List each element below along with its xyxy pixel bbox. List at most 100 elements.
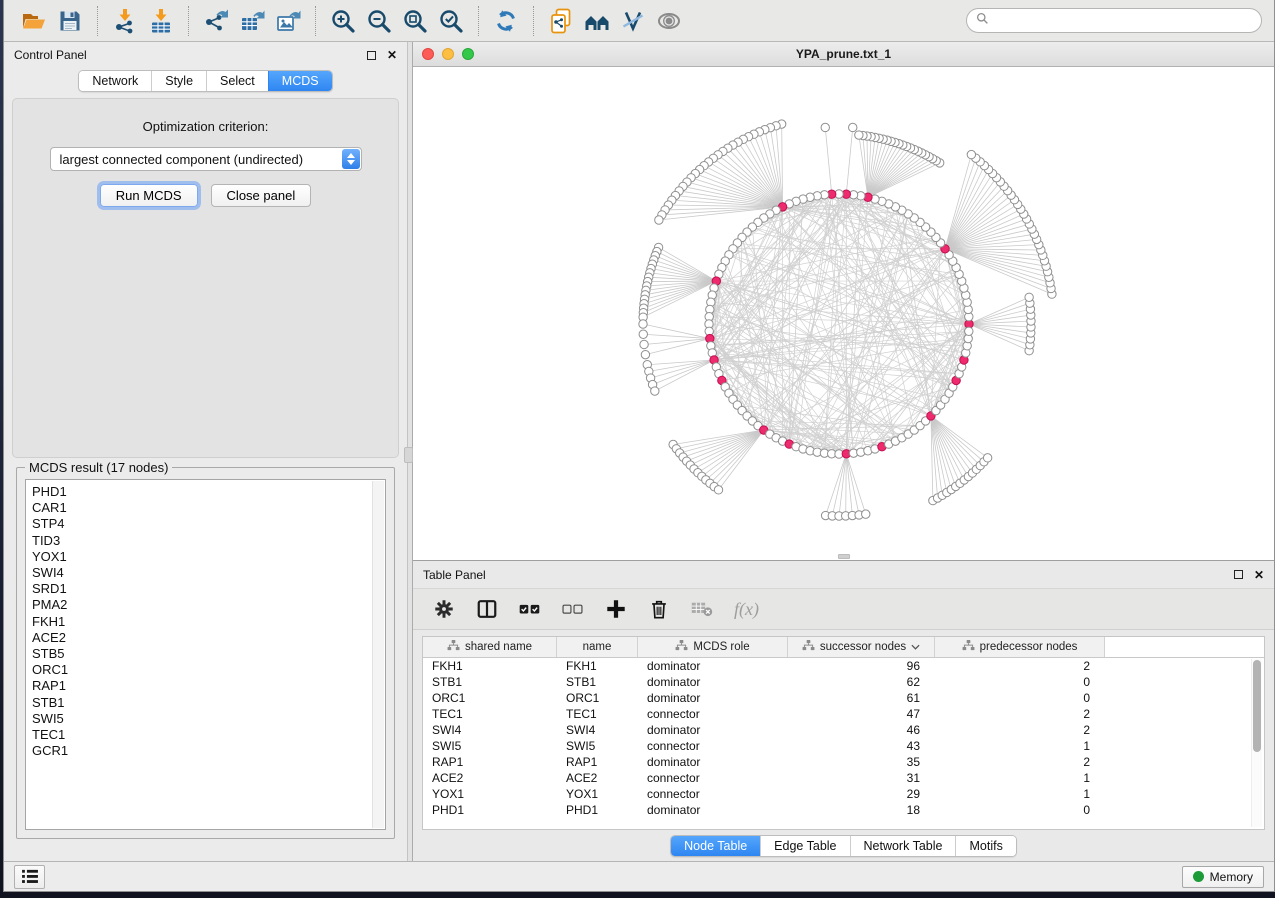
table-row[interactable]: STB1STB1dominator620 (423, 674, 1264, 690)
splitter-grip[interactable] (404, 447, 413, 463)
mcds-result-item[interactable]: STB5 (32, 646, 385, 662)
table-row[interactable]: ACE2ACE2connector311 (423, 770, 1264, 786)
horizontal-splitter-grip[interactable] (838, 554, 850, 559)
network-node[interactable] (849, 123, 857, 131)
zoom-out-icon[interactable] (361, 4, 397, 38)
column-header-predecessor-nodes[interactable]: predecessor nodes (935, 637, 1105, 657)
cell-mcds_role[interactable]: dominator (638, 755, 788, 769)
cell-shared_name[interactable]: ORC1 (423, 691, 557, 705)
cell-shared_name[interactable]: TEC1 (423, 707, 557, 721)
memory-button[interactable]: Memory (1182, 866, 1264, 888)
close-window-icon[interactable] (422, 48, 434, 60)
optimization-criterion-select[interactable]: largest connected component (undirected) (50, 147, 362, 171)
table-tab-network-table[interactable]: Network Table (850, 836, 956, 856)
table-row[interactable]: RAP1RAP1dominator352 (423, 754, 1264, 770)
save-session-icon[interactable] (52, 4, 88, 38)
mcds-result-item[interactable]: ACE2 (32, 630, 385, 646)
cell-shared_name[interactable]: ACE2 (423, 771, 557, 785)
cell-shared_name[interactable]: STB1 (423, 675, 557, 689)
mcds-result-item[interactable]: RAP1 (32, 678, 385, 694)
table-row[interactable]: FKH1FKH1dominator962 (423, 658, 1264, 674)
cell-successor_nodes[interactable]: 62 (788, 675, 935, 689)
cell-predecessor_nodes[interactable]: 1 (935, 771, 1105, 785)
cell-successor_nodes[interactable]: 31 (788, 771, 935, 785)
close-panel-icon[interactable]: ✕ (387, 49, 397, 61)
cell-mcds_role[interactable]: connector (638, 771, 788, 785)
network-node[interactable] (855, 131, 863, 139)
cell-successor_nodes[interactable]: 46 (788, 723, 935, 737)
cell-name[interactable]: RAP1 (557, 755, 638, 769)
cell-name[interactable]: SWI5 (557, 739, 638, 753)
table-tab-edge-table[interactable]: Edge Table (760, 836, 849, 856)
mcds-result-item[interactable]: PMA2 (32, 597, 385, 613)
close-panel-button[interactable]: Close panel (211, 184, 312, 207)
cell-mcds_role[interactable]: dominator (638, 723, 788, 737)
network-node[interactable] (639, 320, 647, 328)
table-tab-motifs[interactable]: Motifs (955, 836, 1015, 856)
sort-chevron-icon[interactable] (911, 641, 920, 653)
cell-shared_name[interactable]: SWI4 (423, 723, 557, 737)
cell-name[interactable]: ACE2 (557, 771, 638, 785)
cell-successor_nodes[interactable]: 18 (788, 803, 935, 817)
network-node[interactable] (1025, 293, 1033, 301)
zoom-fit-icon[interactable] (397, 4, 433, 38)
column-header-shared-name[interactable]: shared name (423, 637, 557, 657)
table-row[interactable]: ORC1ORC1dominator610 (423, 690, 1264, 706)
mcds-result-item[interactable]: STB1 (32, 695, 385, 711)
cell-mcds_role[interactable]: dominator (638, 659, 788, 673)
open-file-icon[interactable] (16, 4, 52, 38)
import-table-icon[interactable] (143, 4, 179, 38)
tab-mcds[interactable]: MCDS (268, 71, 332, 91)
cell-successor_nodes[interactable]: 43 (788, 739, 935, 753)
cell-shared_name[interactable]: FKH1 (423, 659, 557, 673)
cell-shared_name[interactable]: YOX1 (423, 787, 557, 801)
cell-predecessor_nodes[interactable]: 1 (935, 787, 1105, 801)
minimize-window-icon[interactable] (442, 48, 454, 60)
float-panel-icon[interactable] (367, 51, 376, 60)
tab-style[interactable]: Style (151, 71, 206, 91)
network-node[interactable] (641, 350, 649, 358)
table-row[interactable]: PHD1PHD1dominator180 (423, 802, 1264, 818)
table-row[interactable]: SWI4SWI4dominator462 (423, 722, 1264, 738)
export-table-icon[interactable] (234, 4, 270, 38)
zoom-in-icon[interactable] (325, 4, 361, 38)
table-scrollbar[interactable] (1251, 659, 1262, 827)
mcds-result-item[interactable]: GCR1 (32, 743, 385, 759)
maximize-window-icon[interactable] (462, 48, 474, 60)
tab-network[interactable]: Network (79, 71, 151, 91)
network-node[interactable] (983, 454, 991, 462)
column-header-successor-nodes[interactable]: successor nodes (788, 637, 935, 657)
cell-name[interactable]: FKH1 (557, 659, 638, 673)
copy-network-icon[interactable] (543, 4, 579, 38)
mcds-result-item[interactable]: TEC1 (32, 727, 385, 743)
cell-mcds_role[interactable]: dominator (638, 675, 788, 689)
float-table-panel-icon[interactable] (1234, 570, 1243, 579)
mcds-result-item[interactable]: CAR1 (32, 500, 385, 516)
show-all-icon[interactable] (651, 4, 687, 38)
network-node[interactable] (655, 216, 663, 224)
deselect-all-icon[interactable] (562, 598, 584, 620)
mcds-result-item[interactable]: PHD1 (32, 484, 385, 500)
network-graph[interactable] (413, 67, 1274, 560)
cell-name[interactable]: PHD1 (557, 803, 638, 817)
table-tab-node-table[interactable]: Node Table (671, 836, 760, 856)
cell-predecessor_nodes[interactable]: 0 (935, 675, 1105, 689)
cell-mcds_role[interactable]: connector (638, 739, 788, 753)
mcds-result-item[interactable]: SWI4 (32, 565, 385, 581)
cell-name[interactable]: TEC1 (557, 707, 638, 721)
network-node[interactable] (640, 340, 648, 348)
close-table-panel-icon[interactable]: ✕ (1254, 569, 1264, 581)
table-row[interactable]: YOX1YOX1connector291 (423, 786, 1264, 802)
table-settings-icon[interactable] (433, 598, 455, 620)
network-node[interactable] (651, 387, 659, 395)
run-mcds-button[interactable]: Run MCDS (100, 184, 198, 207)
network-node[interactable] (967, 150, 975, 158)
mcds-result-item[interactable]: FKH1 (32, 614, 385, 630)
cell-name[interactable]: STB1 (557, 675, 638, 689)
mcds-result-item[interactable]: YOX1 (32, 549, 385, 565)
network-canvas[interactable] (413, 67, 1274, 560)
cell-successor_nodes[interactable]: 47 (788, 707, 935, 721)
cell-name[interactable]: YOX1 (557, 787, 638, 801)
mcds-result-list[interactable]: PHD1CAR1STP4TID3YOX1SWI4SRD1PMA2FKH1ACE2… (25, 479, 386, 830)
table-row[interactable]: SWI5SWI5connector431 (423, 738, 1264, 754)
